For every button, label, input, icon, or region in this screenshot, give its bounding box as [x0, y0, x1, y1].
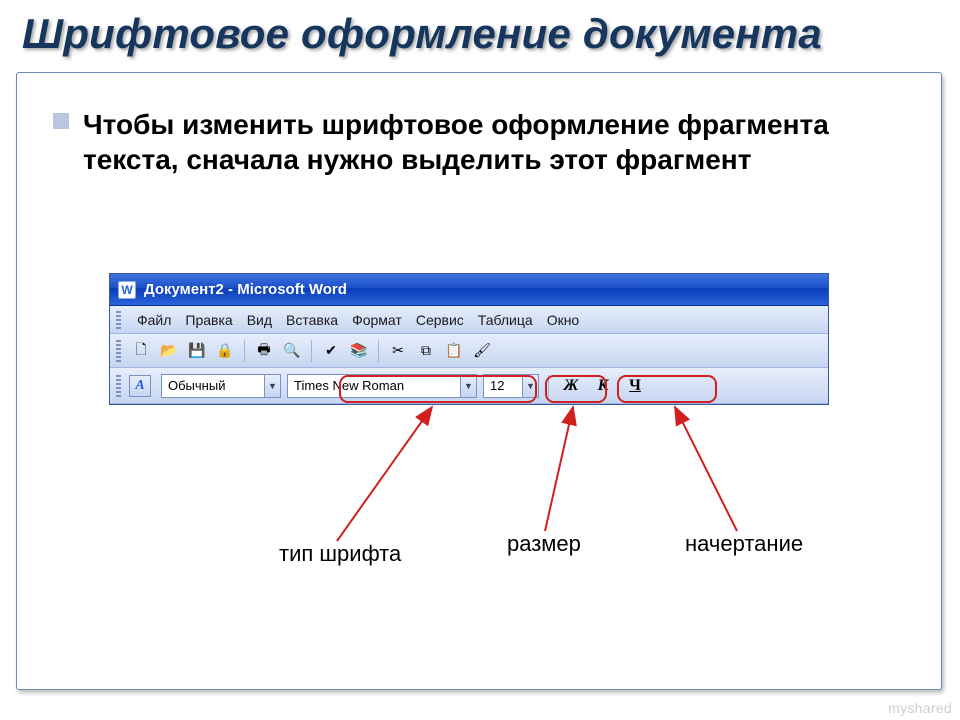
word-app-icon: W	[118, 281, 136, 299]
word-standard-toolbar: 🗋 📂 💾 🔒 🖶 🔍 ✔ 📚 ✂ ⧉ 📋 🖌	[110, 334, 828, 368]
italic-button[interactable]: К	[590, 374, 616, 398]
watermark: myshared	[888, 700, 952, 716]
size-dropdown-value: 12	[490, 378, 522, 393]
slide-title: Шрифтовое оформление документа	[0, 0, 960, 64]
body-text-content: Чтобы изменить шрифтовое оформление фраг…	[55, 107, 871, 177]
toolbar-grip-icon[interactable]	[116, 340, 121, 362]
word-window: W Документ2 - Microsoft Word Файл Правка…	[109, 273, 829, 405]
menu-file[interactable]: Файл	[137, 312, 171, 328]
toolbar-grip-icon[interactable]	[116, 311, 121, 329]
arrow-font-type	[337, 407, 432, 541]
font-dropdown-value: Times New Roman	[294, 378, 460, 393]
word-menubar: Файл Правка Вид Вставка Формат Сервис Та…	[110, 306, 828, 334]
word-formatting-toolbar: A Обычный ▼ Times New Roman ▼ 12 ▼ Ж К Ч	[110, 368, 828, 404]
separator-icon	[311, 340, 312, 362]
new-doc-icon[interactable]: 🗋	[129, 339, 153, 363]
label-size: размер	[507, 531, 581, 557]
separator-icon	[378, 340, 379, 362]
open-icon[interactable]: 📂	[157, 339, 181, 363]
separator-icon	[244, 340, 245, 362]
menu-format[interactable]: Формат	[352, 312, 402, 328]
menu-view[interactable]: Вид	[247, 312, 272, 328]
word-window-title: Документ2 - Microsoft Word	[144, 281, 347, 298]
menu-tools[interactable]: Сервис	[416, 312, 464, 328]
chevron-down-icon[interactable]: ▼	[522, 375, 538, 397]
research-icon[interactable]: 📚	[347, 339, 371, 363]
bold-button[interactable]: Ж	[558, 374, 584, 398]
cut-icon[interactable]: ✂	[386, 339, 410, 363]
style-dropdown-value: Обычный	[168, 378, 264, 393]
copy-icon[interactable]: ⧉	[414, 339, 438, 363]
word-titlebar: W Документ2 - Microsoft Word	[110, 274, 828, 306]
arrow-style	[675, 407, 737, 531]
separator-icon	[548, 375, 549, 397]
content-frame: Чтобы изменить шрифтовое оформление фраг…	[16, 72, 942, 690]
style-glyph-icon[interactable]: A	[129, 375, 151, 397]
permission-icon[interactable]: 🔒	[213, 339, 237, 363]
spelling-icon[interactable]: ✔	[319, 339, 343, 363]
format-painter-icon[interactable]: 🖌	[470, 339, 494, 363]
label-style: начертание	[685, 531, 803, 557]
menu-window[interactable]: Окно	[547, 312, 580, 328]
save-icon[interactable]: 💾	[185, 339, 209, 363]
style-dropdown[interactable]: Обычный ▼	[161, 374, 281, 398]
size-dropdown[interactable]: 12 ▼	[483, 374, 539, 398]
chevron-down-icon[interactable]: ▼	[264, 375, 280, 397]
print-preview-icon[interactable]: 🔍	[280, 339, 304, 363]
menu-table[interactable]: Таблица	[478, 312, 533, 328]
font-dropdown[interactable]: Times New Roman ▼	[287, 374, 477, 398]
body-text: Чтобы изменить шрифтовое оформление фраг…	[55, 107, 871, 177]
paste-icon[interactable]: 📋	[442, 339, 466, 363]
arrow-size	[545, 407, 573, 531]
menu-edit[interactable]: Правка	[185, 312, 232, 328]
slide: Шрифтовое оформление документа Чтобы изм…	[0, 0, 960, 720]
bullet-square-icon	[53, 113, 69, 129]
label-font-type: тип шрифта	[279, 541, 401, 567]
chevron-down-icon[interactable]: ▼	[460, 375, 476, 397]
underline-button[interactable]: Ч	[622, 374, 648, 398]
menu-insert[interactable]: Вставка	[286, 312, 338, 328]
print-icon[interactable]: 🖶	[252, 339, 276, 363]
toolbar-grip-icon[interactable]	[116, 375, 121, 397]
